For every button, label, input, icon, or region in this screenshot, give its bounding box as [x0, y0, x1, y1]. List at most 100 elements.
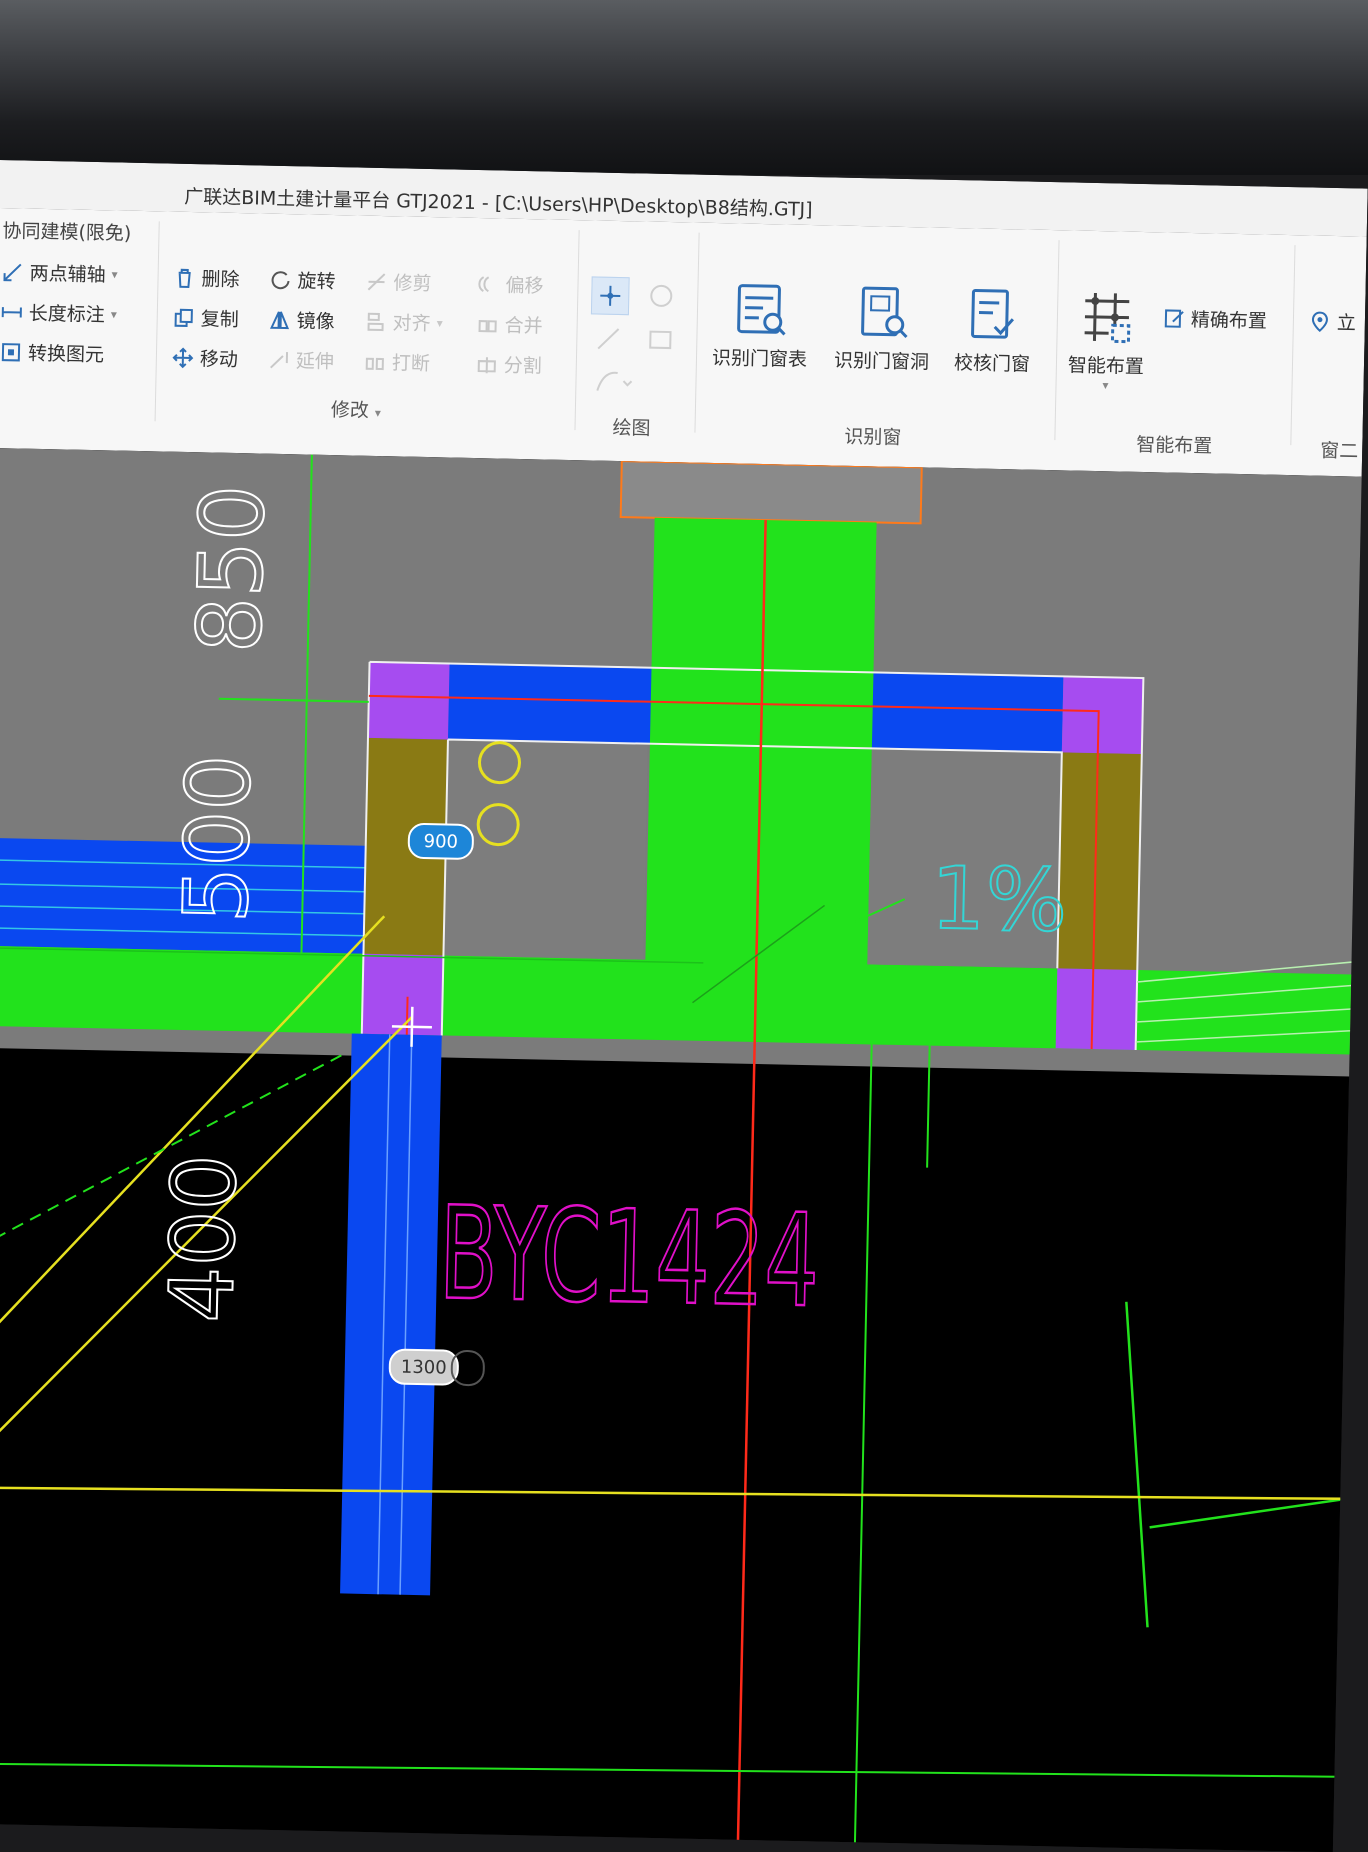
location-pin-icon [1309, 310, 1331, 332]
break-icon [364, 350, 386, 372]
align-button[interactable]: 对齐 ▾ [364, 308, 443, 337]
trim-icon [365, 270, 387, 292]
green-bottom-axis [0, 1762, 1367, 1778]
chevron-down-icon: ▾ [111, 266, 118, 281]
smart-layout-group-label: 智能布置 [1136, 433, 1213, 458]
precise-layout-label: 精确布置 [1190, 308, 1268, 333]
draw-point-button[interactable] [590, 276, 630, 316]
rotate-icon [269, 268, 291, 290]
dimension-text-top: 850 [178, 484, 284, 654]
convert-element-label: 转换图元 [27, 342, 105, 367]
split-button[interactable]: 分割 [476, 350, 543, 378]
cad-drawing-canvas[interactable]: 850 500 400 1% BYC1424 900 1300 [0, 447, 1368, 1852]
green-vertical-lines [853, 1044, 931, 1847]
move-button[interactable]: 移动 [172, 344, 239, 372]
break-label: 打断 [391, 352, 431, 376]
chevron-down-icon: ▾ [1102, 378, 1109, 393]
modify-group-label: 修改 ▾ [330, 398, 382, 422]
delete-label: 删除 [201, 268, 240, 292]
delete-button[interactable]: 删除 [173, 264, 240, 292]
identify-door-window-opening-label: 识别门窗洞 [833, 349, 930, 374]
column-bottom-right [1055, 968, 1138, 1050]
line-draw-icon [597, 328, 620, 350]
offset-label: 偏移 [505, 274, 544, 298]
two-point-axis-button[interactable]: 两点辅轴 ▾ [1, 258, 118, 287]
monitor-bezel [0, 0, 1368, 175]
opening-search-icon [860, 286, 908, 339]
chevron-down-icon: ▾ [110, 306, 117, 321]
break-button[interactable]: 打断 [364, 348, 431, 376]
convert-element-button[interactable]: 转换图元 [0, 338, 104, 367]
move-icon [172, 346, 194, 368]
align-icon [364, 310, 386, 332]
axis-icon [1, 261, 23, 283]
group-separator [574, 230, 580, 431]
merge-button[interactable]: 合并 [476, 310, 543, 338]
group-separator [154, 221, 160, 422]
extend-icon [268, 348, 290, 370]
inner-gray-area [443, 739, 648, 960]
dimension-input-badge[interactable]: 1300 [388, 1348, 460, 1386]
copy-button[interactable]: 复制 [172, 304, 239, 332]
extend-button[interactable]: 延伸 [268, 346, 335, 374]
orange-outlined-element [619, 460, 923, 525]
dimension-input-value: 900 [423, 830, 459, 853]
column-top-left [367, 661, 450, 740]
cad-drawing: 850 500 400 1% BYC1424 [0, 447, 1368, 1847]
draw-group-label: 绘图 [612, 416, 651, 440]
precise-layout-icon [1163, 307, 1185, 329]
group-separator [1290, 245, 1296, 446]
mirror-button[interactable]: 镜像 [268, 306, 335, 334]
identify-door-window-table-button[interactable]: 识别门窗表 [712, 281, 809, 372]
arc-draw-icon [596, 371, 633, 391]
merge-label: 合并 [504, 314, 543, 338]
convert-icon [0, 341, 22, 363]
dimension-text-middle: 500 [164, 754, 270, 924]
align-label: 对齐 [392, 312, 431, 336]
draw-line-button[interactable] [594, 324, 623, 353]
draw-circle-button[interactable] [647, 282, 676, 311]
draw-arc-button[interactable] [593, 366, 634, 395]
rotate-button[interactable]: 旋转 [269, 266, 336, 294]
check-door-window-button[interactable]: 校核门窗 [954, 286, 1032, 377]
draw-rect-button[interactable] [646, 326, 675, 355]
rectangle-draw-icon [649, 330, 672, 350]
trim-button[interactable]: 修剪 [365, 268, 432, 296]
column-bottom-left [361, 953, 444, 1036]
offset-icon [477, 273, 499, 295]
check-door-window-label: 校核门窗 [953, 352, 1031, 376]
trim-label: 修剪 [393, 272, 432, 296]
table-search-icon [736, 284, 786, 336]
yellow-horizontal-line [0, 1486, 1368, 1501]
length-dimension-button[interactable]: 长度标注 ▾ [1, 298, 118, 327]
rotate-label: 旋转 [297, 270, 336, 294]
green-right-lines [1125, 1301, 1368, 1628]
dimension-input-value: 1300 [400, 1356, 447, 1379]
smart-layout-label: 智能布置 [1067, 354, 1145, 378]
copy-label: 复制 [200, 308, 239, 332]
identify-door-window-table-label: 识别门窗表 [711, 346, 808, 371]
tab-collaborative-modeling[interactable]: 协同建模(限免) [2, 216, 131, 246]
chevron-down-icon: ▾ [436, 315, 443, 330]
group-separator [1054, 240, 1060, 441]
dimension-input-badge[interactable]: 900 [407, 822, 475, 861]
mirror-label: 镜像 [296, 310, 335, 334]
length-dimension-label: 长度标注 [28, 302, 106, 327]
partial-right-button[interactable]: 立 [1309, 307, 1357, 335]
smart-layout-button[interactable]: 智能布置 ▾ [1067, 288, 1145, 393]
extend-label: 延伸 [295, 350, 335, 374]
delete-icon [173, 266, 195, 288]
right-olive-wall [1057, 752, 1142, 970]
split-label: 分割 [503, 354, 543, 378]
chevron-down-icon[interactable]: ▾ [375, 406, 381, 420]
precise-layout-button[interactable]: 精确布置 [1163, 304, 1268, 333]
offset-button[interactable]: 偏移 [477, 270, 544, 298]
application-window: 广联达BIM土建计量平台 GTJ2021 - [C:\Users\HP\Desk… [0, 160, 1368, 1852]
point-draw-icon [600, 285, 621, 306]
dimension-text-bottom: 400 [150, 1153, 256, 1323]
red-short-line [405, 996, 409, 1037]
badge-toggle-circle[interactable] [450, 1349, 486, 1387]
identify-door-window-opening-button[interactable]: 识别门窗洞 [834, 284, 931, 375]
column-top-right [1061, 676, 1144, 755]
check-icon [971, 288, 1015, 339]
